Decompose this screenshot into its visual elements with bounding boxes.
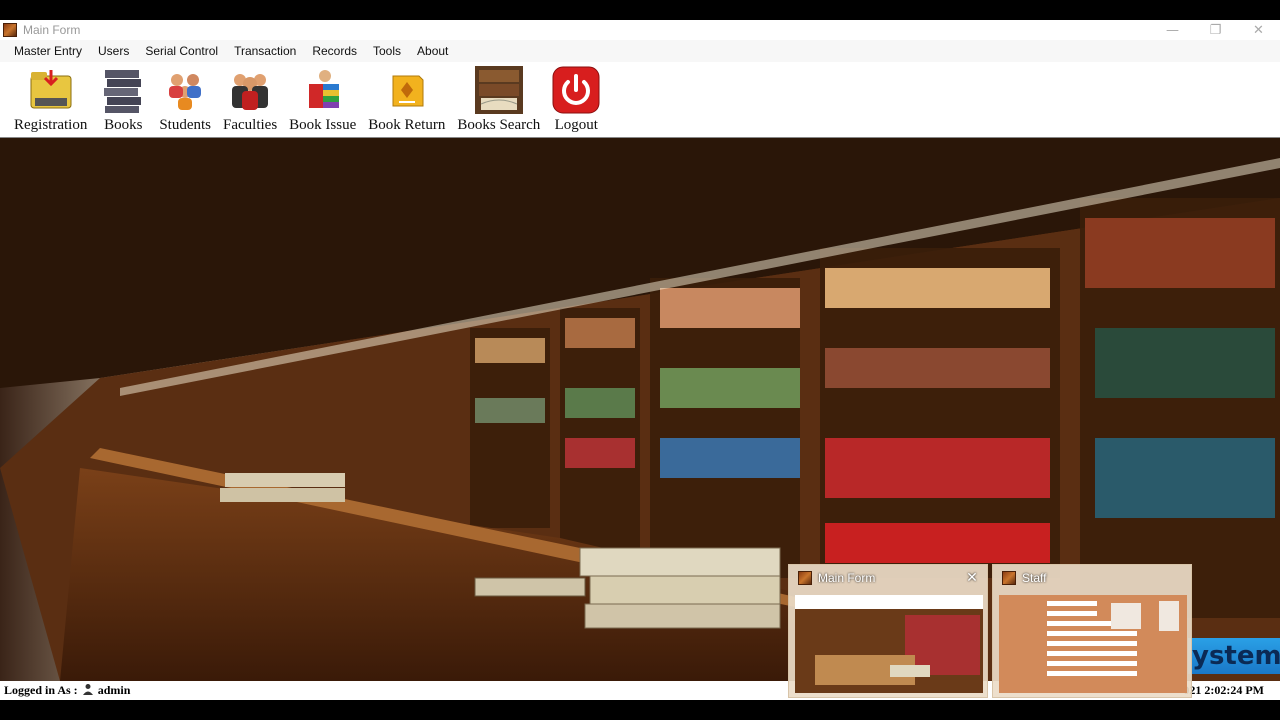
close-icon[interactable]: ✕ [963, 569, 981, 587]
books-search-label: Books Search [457, 117, 541, 133]
books-button[interactable]: Books [93, 62, 153, 134]
close-button[interactable]: ✕ [1237, 20, 1280, 40]
app-icon [1002, 571, 1016, 585]
menu-serial-control[interactable]: Serial Control [137, 40, 226, 62]
books-search-icon [474, 66, 523, 114]
menu-users[interactable]: Users [90, 40, 137, 62]
logout-label: Logout [554, 117, 598, 133]
window-title: Main Form [23, 23, 81, 37]
book-return-label: Book Return [368, 117, 446, 133]
preview-thumbnail [795, 595, 983, 693]
book-return-icon [383, 66, 431, 114]
registration-label: Registration [14, 117, 88, 133]
menu-master-entry[interactable]: Master Entry [6, 40, 90, 62]
books-stack-icon [99, 66, 147, 114]
faculties-button[interactable]: Faculties [217, 62, 283, 134]
logged-in-label: Logged in As : [4, 683, 78, 697]
registration-button[interactable]: Registration [8, 62, 93, 134]
students-button[interactable]: Students [153, 62, 217, 134]
registration-folder-icon [27, 66, 75, 114]
menu-records[interactable]: Records [304, 40, 365, 62]
status-datetime: 021 2:02:24 PM [1183, 683, 1264, 697]
login-status: Logged in As : admin [0, 683, 130, 699]
menu-transaction[interactable]: Transaction [226, 40, 304, 62]
preview-header: Main Form [789, 565, 987, 591]
taskbar-preview-staff[interactable]: Staff [992, 564, 1192, 698]
faculties-icon [226, 66, 274, 114]
books-label: Books [104, 117, 143, 133]
window-controls: — ❐ ✕ [1151, 20, 1280, 40]
app-icon [798, 571, 812, 585]
minimize-button[interactable]: — [1151, 20, 1194, 40]
book-return-button[interactable]: Book Return [362, 62, 451, 134]
menu-tools[interactable]: Tools [365, 40, 409, 62]
user-icon [82, 683, 94, 699]
book-issue-icon [299, 66, 347, 114]
logged-in-user: admin [97, 683, 131, 697]
screen-bottom-bar [0, 700, 1280, 720]
taskbar-preview-main-form[interactable]: Main Form ✕ [788, 564, 988, 698]
app-icon [3, 23, 17, 37]
students-label: Students [159, 117, 212, 133]
menu-about[interactable]: About [409, 40, 456, 62]
preview-title: Staff [1022, 571, 1047, 585]
menu-bar: Master Entry Users Serial Control Transa… [0, 40, 1280, 62]
students-icon [161, 66, 209, 114]
title-bar: Main Form — ❐ ✕ [0, 20, 1280, 40]
book-issue-button[interactable]: Book Issue [283, 62, 362, 134]
toolbar: Registration Books Students Faculties Bo… [0, 62, 1280, 138]
restore-button[interactable]: ❐ [1194, 20, 1237, 40]
book-issue-label: Book Issue [289, 117, 357, 133]
preview-thumbnail [999, 595, 1187, 693]
screen-top-bar [0, 0, 1280, 20]
preview-title: Main Form [818, 571, 876, 585]
faculties-label: Faculties [223, 117, 278, 133]
books-search-button[interactable]: Books Search [451, 62, 546, 134]
logout-button[interactable]: Logout [546, 62, 606, 134]
preview-header: Staff [993, 565, 1191, 591]
system-banner-text: ystem [1188, 638, 1280, 674]
power-icon [552, 66, 600, 114]
